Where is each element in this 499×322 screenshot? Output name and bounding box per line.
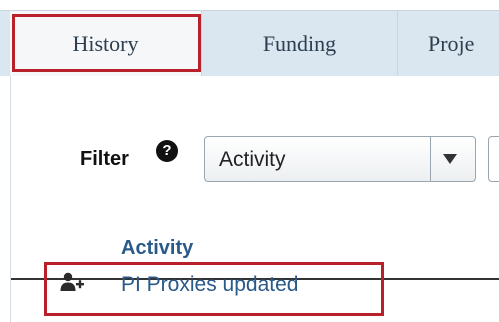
- activity-row-link[interactable]: PI Proxies updated: [121, 273, 298, 297]
- panel-left-border: [10, 76, 11, 322]
- filter-select[interactable]: Activity: [204, 136, 476, 182]
- tab-bar: History Funding Proje: [0, 10, 499, 76]
- tab-projects[interactable]: Proje: [398, 11, 499, 76]
- tab-funding-label: Funding: [262, 30, 337, 56]
- tab-funding[interactable]: Funding: [202, 11, 398, 76]
- select-divider: [430, 137, 431, 181]
- filter-select-value: Activity: [219, 148, 286, 171]
- help-icon[interactable]: ?: [156, 140, 178, 162]
- activity-column-header[interactable]: Activity: [121, 237, 193, 260]
- filter-label: Filter: [80, 148, 129, 170]
- chevron-down-icon[interactable]: [443, 154, 457, 164]
- tab-history[interactable]: History: [10, 11, 202, 76]
- tab-projects-label: Proje: [428, 30, 475, 56]
- secondary-filter-select[interactable]: [488, 136, 499, 182]
- top-strip: [0, 0, 499, 10]
- user-add-icon: [60, 272, 84, 291]
- tab-history-label: History: [72, 30, 139, 56]
